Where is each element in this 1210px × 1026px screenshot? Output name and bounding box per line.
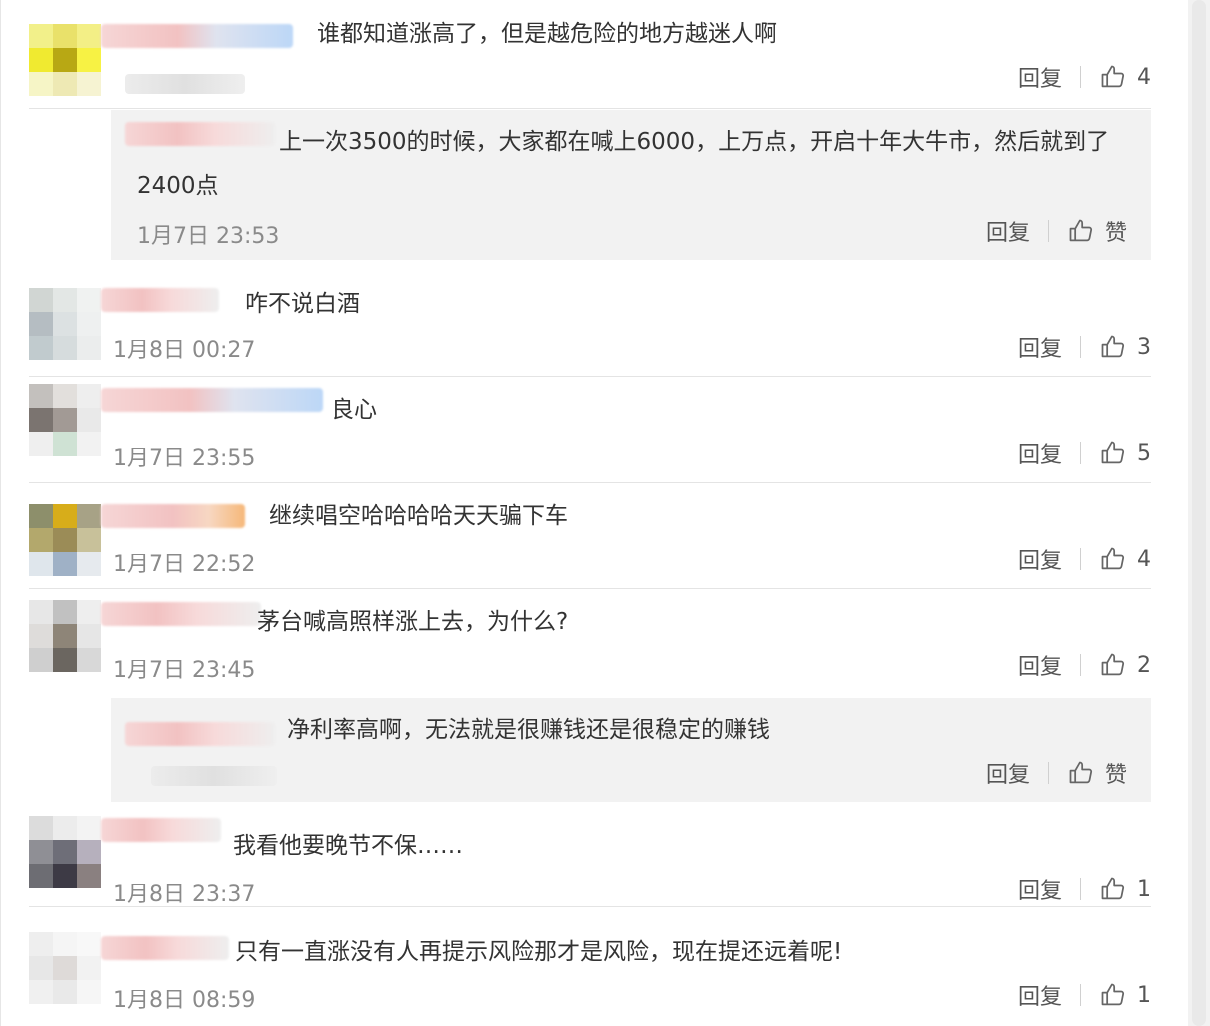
scrollbar[interactable] — [1188, 0, 1210, 1026]
reply-item: 净利率高啊，无法就是很赚钱还是很稳定的赚钱 回复 赞 — [111, 698, 1151, 802]
timestamp: 1月8日 00:27 — [113, 338, 256, 363]
action-divider — [1047, 762, 1049, 784]
comment-text: 净利率高啊，无法就是很赚钱还是很稳定的赚钱 — [287, 717, 770, 743]
like-count: 4 — [1137, 64, 1151, 90]
timestamp: 1月7日 23:55 — [113, 446, 256, 471]
comment-actions: 回复 3 — [1018, 331, 1151, 363]
username-blurred[interactable] — [101, 602, 261, 626]
comment-actions: 回复 5 — [1018, 437, 1151, 469]
thumbs-up-icon — [1069, 761, 1093, 784]
like-button[interactable]: 赞 — [1067, 757, 1127, 789]
reply-button[interactable]: 回复 — [1018, 437, 1062, 469]
like-button[interactable]: 赞 — [1067, 215, 1127, 247]
comment-actions: 回复 2 — [1018, 649, 1151, 681]
like-button[interactable]: 5 — [1099, 439, 1151, 467]
comment-text: 继续唱空哈哈哈哈天天骗下车 — [269, 503, 568, 529]
thumbs-up-icon — [1101, 653, 1125, 676]
action-divider — [1080, 878, 1081, 900]
comment-item: 继续唱空哈哈哈哈天天骗下车 1月7日 22:52 回复 4 — [29, 484, 1151, 589]
reply-button[interactable]: 回复 — [1018, 543, 1062, 575]
like-button[interactable]: 2 — [1099, 651, 1151, 679]
action-divider — [1080, 548, 1081, 570]
action-divider — [1080, 66, 1081, 88]
avatar[interactable] — [29, 816, 101, 888]
like-count: 2 — [1137, 652, 1151, 678]
username-blurred[interactable] — [125, 722, 275, 746]
comment-panel: 谁都知道涨高了，但是越危险的地方越迷人啊 回复 4 上一次3500的时候，大家都… — [0, 0, 1189, 1026]
like-count: 3 — [1137, 334, 1151, 360]
timestamp: 1月7日 23:53 — [137, 224, 280, 249]
timestamp: 1月7日 22:52 — [113, 552, 256, 577]
avatar[interactable] — [29, 600, 101, 672]
like-button[interactable]: 1 — [1099, 981, 1151, 1009]
action-divider — [1080, 984, 1081, 1006]
username-blurred[interactable] — [101, 288, 219, 312]
comment-text: 只有一直涨没有人再提示风险那才是风险，现在提还远着呢! — [235, 939, 843, 965]
timestamp: 1月7日 23:45 — [113, 658, 256, 683]
username-blurred[interactable] — [101, 818, 221, 842]
like-button[interactable]: 4 — [1099, 63, 1151, 91]
reply-button[interactable]: 回复 — [1018, 61, 1062, 93]
reply-button[interactable]: 回复 — [986, 757, 1030, 789]
avatar[interactable] — [29, 384, 101, 456]
comment-text: 茅台喊高照样涨上去，为什么? — [257, 609, 569, 635]
comment-item: 我看他要晚节不保…… 1月8日 23:37 回复 1 — [29, 810, 1151, 907]
comment-actions: 回复 1 — [1018, 873, 1151, 905]
like-count: 赞 — [1104, 221, 1127, 246]
comment-text: 良心 — [331, 397, 377, 423]
like-count: 1 — [1137, 982, 1151, 1008]
comment-text: 咋不说白酒 — [245, 291, 360, 317]
comment-actions: 回复 赞 — [986, 758, 1127, 788]
comment-actions: 回复 1 — [1018, 979, 1151, 1011]
comment-text: 上一次3500的时候，大家都在喊上6000，上万点，开启十年大牛市，然后就到了2… — [137, 129, 1110, 199]
like-count: 4 — [1137, 546, 1151, 572]
timestamp: 1月8日 23:37 — [113, 882, 256, 907]
reply-button[interactable]: 回复 — [1018, 873, 1062, 905]
comment-item: 谁都知道涨高了，但是越危险的地方越迷人啊 回复 4 — [29, 0, 1151, 109]
reply-button[interactable]: 回复 — [1018, 979, 1062, 1011]
avatar[interactable] — [29, 24, 101, 96]
username-blurred[interactable] — [101, 388, 323, 412]
timestamp-blurred — [125, 74, 245, 94]
like-count: 1 — [1137, 876, 1151, 902]
action-divider — [1080, 442, 1081, 464]
username-blurred[interactable] — [101, 504, 245, 528]
like-count: 5 — [1137, 440, 1151, 466]
thumbs-up-icon — [1101, 983, 1125, 1006]
thumbs-up-icon — [1101, 65, 1125, 88]
username-blurred[interactable] — [101, 936, 229, 960]
comment-text: 谁都知道涨高了，但是越危险的地方越迷人啊 — [317, 21, 777, 47]
comment-actions: 回复 赞 — [986, 216, 1127, 246]
reply-button[interactable]: 回复 — [1018, 649, 1062, 681]
avatar[interactable] — [29, 932, 101, 1004]
like-button[interactable]: 1 — [1099, 875, 1151, 903]
timestamp: 1月8日 08:59 — [113, 988, 256, 1013]
comment-item: 良心 1月7日 23:55 回复 5 — [29, 378, 1151, 483]
scrollbar-thumb[interactable] — [1192, 0, 1206, 1026]
thumbs-up-icon — [1101, 547, 1125, 570]
comment-item: 咋不说白酒 1月8日 00:27 回复 3 — [29, 270, 1151, 377]
thumbs-up-icon — [1069, 219, 1093, 242]
comment-item: 只有一直涨没有人再提示风险那才是风险，现在提还远着呢! 1月8日 08:59 回… — [29, 914, 1151, 1020]
thumbs-up-icon — [1101, 877, 1125, 900]
comment-actions: 回复 4 — [1018, 61, 1151, 93]
thumbs-up-icon — [1101, 335, 1125, 358]
action-divider — [1080, 654, 1081, 676]
comment-item: 茅台喊高照样涨上去，为什么? 1月7日 23:45 回复 2 — [29, 590, 1151, 694]
avatar[interactable] — [29, 288, 101, 360]
like-button[interactable]: 4 — [1099, 545, 1151, 573]
like-button[interactable]: 3 — [1099, 333, 1151, 361]
reply-button[interactable]: 回复 — [986, 215, 1030, 247]
reply-item: 上一次3500的时候，大家都在喊上6000，上万点，开启十年大牛市，然后就到了2… — [111, 110, 1151, 260]
comment-actions: 回复 4 — [1018, 543, 1151, 575]
timestamp-blurred — [151, 766, 277, 786]
thumbs-up-icon — [1101, 441, 1125, 464]
like-count: 赞 — [1104, 763, 1127, 788]
comment-text: 我看他要晚节不保…… — [233, 833, 463, 859]
username-blurred[interactable] — [101, 24, 293, 48]
avatar[interactable] — [29, 504, 101, 576]
action-divider — [1080, 336, 1081, 358]
reply-button[interactable]: 回复 — [1018, 331, 1062, 363]
action-divider — [1047, 220, 1049, 242]
